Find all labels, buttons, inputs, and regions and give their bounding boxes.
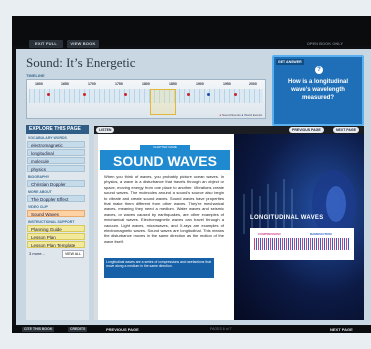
support-item[interactable]: Planning Guide xyxy=(27,225,85,232)
view-all-button[interactable]: VIEW ALL xyxy=(62,250,84,258)
timeline-year: 1800 xyxy=(142,82,150,86)
previous-page-button[interactable]: PREVIOUS PAGE xyxy=(289,127,324,133)
longitudinal-wave-diagram: COMPRESSION RAREFACTION xyxy=(250,228,354,260)
timeline-event-dot[interactable] xyxy=(234,93,237,96)
support-section-title: INSTRUCTIONAL SUPPORT xyxy=(28,220,75,224)
page-heading: SOUND WAVES xyxy=(100,150,230,170)
vocab-item[interactable]: molecule xyxy=(27,157,85,164)
timeline-year: 1850 xyxy=(169,82,177,86)
vocab-item[interactable]: longitudinal xyxy=(27,149,85,156)
vocab-item[interactable]: electromagnetic xyxy=(27,141,85,148)
page-callout: Longitudinal waves are a series of compr… xyxy=(104,258,214,278)
more-link[interactable]: 3 more... xyxy=(29,251,45,256)
vocab-section-title: VOCABULARY WORDS xyxy=(28,136,67,140)
timeline-selection[interactable] xyxy=(150,89,176,115)
video-item[interactable]: Sound Waves xyxy=(27,210,85,217)
get-answer-button[interactable]: GET ANSWER xyxy=(276,59,304,65)
longitudinal-waves-label: LONGITUDINAL WAVES xyxy=(250,215,324,221)
bottom-previous-page[interactable]: PREVIOUS PAGE xyxy=(106,327,139,332)
exit-full-screen-button[interactable]: EXIT FULL SCREEN xyxy=(29,40,63,54)
timeline-track[interactable] xyxy=(29,89,263,115)
biography-section-title: BIOGRAPHY xyxy=(28,175,50,179)
vocab-item[interactable]: physics xyxy=(27,165,85,172)
timeline-label: TIMELINE xyxy=(26,73,45,78)
page-body-text: When you think of waves, you probably pi… xyxy=(104,174,224,244)
timeline-year: 1650 xyxy=(61,82,69,86)
biography-item[interactable]: Christian Doppler xyxy=(27,180,85,187)
page-indicator: PAGES 6 of 7 xyxy=(210,327,232,331)
timeline-year: 1900 xyxy=(196,82,204,86)
legend-world-events: World Events xyxy=(244,113,262,117)
book-page-right-illustration xyxy=(234,134,364,320)
timeline-event-dot[interactable] xyxy=(124,93,127,96)
cite-book-button[interactable]: CITE THIS BOOK xyxy=(22,327,55,332)
timeline-years: 1600 1650 1700 1750 1800 1850 1900 1950 … xyxy=(27,82,265,88)
timeline-year: 1600 xyxy=(35,82,43,86)
timeline-year: 2000 xyxy=(249,82,257,86)
next-page-button[interactable]: NEXT PAGE xyxy=(333,127,359,133)
timeline-year: 1950 xyxy=(223,82,231,86)
listen-button[interactable]: LISTEN xyxy=(96,127,115,133)
support-item[interactable]: Lesson Plan Template xyxy=(27,241,85,248)
timeline[interactable]: 1600 1650 1700 1750 1800 1850 1900 1950 … xyxy=(26,79,266,119)
open-book-only-link[interactable]: OPEN BOOK ONLY xyxy=(307,41,343,46)
timeline-event-dot[interactable] xyxy=(83,93,86,96)
page-title: Sound: It’s Energetic xyxy=(26,55,136,70)
legend-sound-events: Sound Events xyxy=(222,113,241,117)
timeline-legend: ● Sound Events ● World Events xyxy=(219,113,262,117)
rarefaction-label: RAREFACTION xyxy=(310,232,332,236)
sound-wave-illustration xyxy=(243,170,356,249)
more-about-section-title: MORE ABOUT xyxy=(28,190,52,194)
view-book-only-button[interactable]: VIEW BOOK ONLY xyxy=(67,40,99,54)
timeline-event-dot[interactable] xyxy=(47,93,50,96)
video-section-title: VIDEO CLIP xyxy=(28,205,48,209)
more-about-item[interactable]: The Doppler Effect xyxy=(27,195,85,202)
timeline-year: 1750 xyxy=(115,82,123,86)
question-icon: ? xyxy=(315,66,323,74)
wave-pattern xyxy=(254,238,350,250)
timeline-event-dot[interactable] xyxy=(187,93,190,96)
timeline-year: 1700 xyxy=(88,82,96,86)
bottom-bar xyxy=(12,326,371,333)
compression-label: COMPRESSION xyxy=(258,232,281,236)
question-text: How is a longitudinal wave’s wavelength … xyxy=(288,79,348,101)
bottom-next-page[interactable]: NEXT PAGE xyxy=(330,327,353,332)
support-item[interactable]: Lesson Plan xyxy=(27,233,85,240)
explore-header: EXPLORE THIS PAGE xyxy=(26,125,89,134)
credits-button[interactable]: CREDITS xyxy=(68,327,88,332)
question-box[interactable]: GET ANSWER ? How is a longitudinal wave’… xyxy=(272,55,364,126)
timeline-event-dot[interactable] xyxy=(207,93,210,96)
